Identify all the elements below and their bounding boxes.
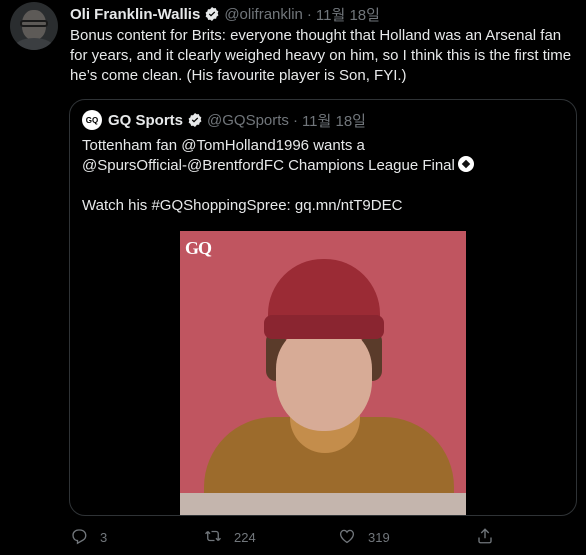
reply-button[interactable]: 3: [70, 526, 107, 548]
retweet-icon: [204, 527, 222, 548]
quoted-text-line-2-text: @SpursOfficial-@BrentfordFC Champions Le…: [82, 157, 455, 174]
quoted-tweet[interactable]: GQ GQ Sports @GQSports · 11월 18일 Tottenh…: [69, 99, 577, 516]
like-count: 319: [368, 529, 390, 545]
separator-dot: ·: [306, 5, 312, 23]
verified-badge-icon: [187, 112, 203, 128]
verified-badge-icon: [204, 6, 220, 22]
author-handle[interactable]: @olifranklin: [224, 6, 303, 23]
retweet-button[interactable]: 224: [204, 526, 256, 548]
reply-icon: [70, 527, 88, 548]
share-button[interactable]: [476, 526, 494, 548]
soccer-ball-icon: [457, 156, 474, 172]
tweet-date[interactable]: 11월 18일: [316, 4, 380, 25]
reply-count: 3: [100, 529, 108, 545]
thumbnail-box: [180, 493, 466, 515]
quoted-text-line-3: Watch his #GQShoppingSpree: gq.mn/ntT9DE…: [82, 197, 403, 214]
tweet-header: Oli Franklin-Wallis @olifranklin · 11월 1…: [70, 4, 380, 24]
thumbnail-beanie-band: [264, 315, 384, 339]
share-icon: [476, 527, 494, 548]
quoted-date[interactable]: 11월 18일: [302, 110, 366, 131]
quoted-text-line-1: Tottenham fan @TomHolland1996 wants a: [82, 137, 365, 154]
tweet-text: Bonus content for Brits: everyone though…: [70, 27, 572, 84]
avatar[interactable]: [10, 2, 58, 50]
quoted-header: GQ GQ Sports @GQSports · 11월 18일: [82, 110, 366, 130]
avatar-glasses: [20, 20, 48, 27]
quoted-avatar[interactable]: GQ: [82, 110, 102, 130]
quoted-author-handle[interactable]: @GQSports: [207, 112, 289, 129]
gq-logo: GQ: [185, 238, 212, 258]
heart-icon: [338, 527, 356, 548]
quoted-text-line-2: @SpursOfficial-@BrentfordFC Champions Le…: [82, 156, 474, 176]
like-button[interactable]: 319: [338, 526, 390, 548]
retweet-count: 224: [234, 529, 256, 545]
avatar-body: [14, 38, 54, 50]
thumbnail-face: [276, 327, 372, 431]
quoted-author-name[interactable]: GQ Sports: [108, 112, 183, 129]
separator-dot: ·: [292, 111, 298, 129]
action-bar: 3 224 319: [70, 526, 576, 548]
author-name[interactable]: Oli Franklin-Wallis: [70, 6, 200, 23]
video-thumbnail[interactable]: GQ: [180, 231, 466, 515]
tweet[interactable]: Oli Franklin-Wallis @olifranklin · 11월 1…: [0, 0, 586, 555]
